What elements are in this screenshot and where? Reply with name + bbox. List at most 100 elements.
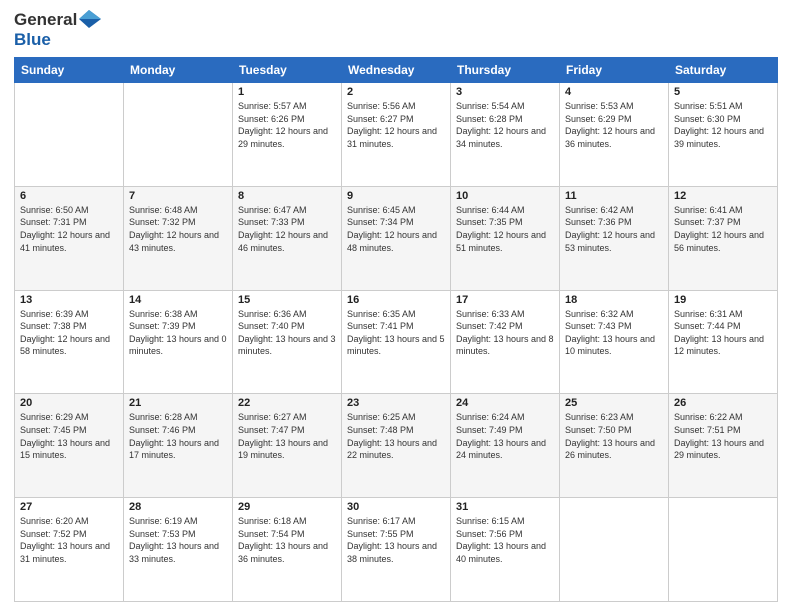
day-number: 5 — [674, 86, 772, 98]
calendar-day-cell — [669, 498, 778, 602]
day-info: Sunrise: 6:28 AMSunset: 7:46 PMDaylight:… — [129, 411, 227, 461]
calendar-day-cell: 23 Sunrise: 6:25 AMSunset: 7:48 PMDaylig… — [342, 394, 451, 498]
calendar-day-cell: 22 Sunrise: 6:27 AMSunset: 7:47 PMDaylig… — [233, 394, 342, 498]
day-info: Sunrise: 5:53 AMSunset: 6:29 PMDaylight:… — [565, 100, 663, 150]
logo-bird-icon — [79, 10, 101, 28]
calendar-day-cell: 28 Sunrise: 6:19 AMSunset: 7:53 PMDaylig… — [124, 498, 233, 602]
day-number: 28 — [129, 501, 227, 513]
day-number: 4 — [565, 86, 663, 98]
calendar-day-cell: 1 Sunrise: 5:57 AMSunset: 6:26 PMDayligh… — [233, 83, 342, 187]
day-info: Sunrise: 6:35 AMSunset: 7:41 PMDaylight:… — [347, 308, 445, 358]
calendar-day-cell: 13 Sunrise: 6:39 AMSunset: 7:38 PMDaylig… — [15, 290, 124, 394]
day-info: Sunrise: 6:20 AMSunset: 7:52 PMDaylight:… — [20, 515, 118, 565]
calendar-week-row: 20 Sunrise: 6:29 AMSunset: 7:45 PMDaylig… — [15, 394, 778, 498]
day-info: Sunrise: 5:54 AMSunset: 6:28 PMDaylight:… — [456, 100, 554, 150]
day-info: Sunrise: 6:39 AMSunset: 7:38 PMDaylight:… — [20, 308, 118, 358]
calendar-day-cell: 21 Sunrise: 6:28 AMSunset: 7:46 PMDaylig… — [124, 394, 233, 498]
header: General Blue — [14, 10, 778, 49]
page: General Blue SundayMondayTuesdayWednesda… — [0, 0, 792, 612]
calendar-week-row: 1 Sunrise: 5:57 AMSunset: 6:26 PMDayligh… — [15, 83, 778, 187]
logo-container: General Blue — [14, 10, 101, 49]
day-number: 29 — [238, 501, 336, 513]
calendar-day-cell — [560, 498, 669, 602]
calendar-day-header: Friday — [560, 58, 669, 83]
day-info: Sunrise: 6:50 AMSunset: 7:31 PMDaylight:… — [20, 204, 118, 254]
calendar-day-cell: 20 Sunrise: 6:29 AMSunset: 7:45 PMDaylig… — [15, 394, 124, 498]
calendar-day-header: Sunday — [15, 58, 124, 83]
day-number: 8 — [238, 190, 336, 202]
day-info: Sunrise: 6:32 AMSunset: 7:43 PMDaylight:… — [565, 308, 663, 358]
day-info: Sunrise: 6:19 AMSunset: 7:53 PMDaylight:… — [129, 515, 227, 565]
day-number: 21 — [129, 397, 227, 409]
calendar-day-cell: 12 Sunrise: 6:41 AMSunset: 7:37 PMDaylig… — [669, 186, 778, 290]
calendar-day-cell: 31 Sunrise: 6:15 AMSunset: 7:56 PMDaylig… — [451, 498, 560, 602]
day-number: 11 — [565, 190, 663, 202]
day-info: Sunrise: 6:38 AMSunset: 7:39 PMDaylight:… — [129, 308, 227, 358]
calendar-day-header: Monday — [124, 58, 233, 83]
day-number: 3 — [456, 86, 554, 98]
day-info: Sunrise: 6:36 AMSunset: 7:40 PMDaylight:… — [238, 308, 336, 358]
calendar-day-cell: 6 Sunrise: 6:50 AMSunset: 7:31 PMDayligh… — [15, 186, 124, 290]
day-info: Sunrise: 6:22 AMSunset: 7:51 PMDaylight:… — [674, 411, 772, 461]
day-info: Sunrise: 6:18 AMSunset: 7:54 PMDaylight:… — [238, 515, 336, 565]
day-info: Sunrise: 5:56 AMSunset: 6:27 PMDaylight:… — [347, 100, 445, 150]
logo-general: General — [14, 10, 77, 30]
calendar-day-cell: 29 Sunrise: 6:18 AMSunset: 7:54 PMDaylig… — [233, 498, 342, 602]
day-number: 27 — [20, 501, 118, 513]
calendar-day-cell: 4 Sunrise: 5:53 AMSunset: 6:29 PMDayligh… — [560, 83, 669, 187]
day-number: 14 — [129, 294, 227, 306]
calendar-day-cell: 14 Sunrise: 6:38 AMSunset: 7:39 PMDaylig… — [124, 290, 233, 394]
day-number: 19 — [674, 294, 772, 306]
day-info: Sunrise: 6:33 AMSunset: 7:42 PMDaylight:… — [456, 308, 554, 358]
calendar-day-cell: 7 Sunrise: 6:48 AMSunset: 7:32 PMDayligh… — [124, 186, 233, 290]
calendar-week-row: 27 Sunrise: 6:20 AMSunset: 7:52 PMDaylig… — [15, 498, 778, 602]
calendar-day-cell: 25 Sunrise: 6:23 AMSunset: 7:50 PMDaylig… — [560, 394, 669, 498]
calendar-day-cell: 8 Sunrise: 6:47 AMSunset: 7:33 PMDayligh… — [233, 186, 342, 290]
calendar-day-header: Saturday — [669, 58, 778, 83]
day-info: Sunrise: 6:47 AMSunset: 7:33 PMDaylight:… — [238, 204, 336, 254]
day-info: Sunrise: 6:31 AMSunset: 7:44 PMDaylight:… — [674, 308, 772, 358]
logo-blue: Blue — [14, 30, 101, 50]
day-info: Sunrise: 6:24 AMSunset: 7:49 PMDaylight:… — [456, 411, 554, 461]
day-number: 6 — [20, 190, 118, 202]
calendar-day-cell — [15, 83, 124, 187]
calendar-day-cell: 30 Sunrise: 6:17 AMSunset: 7:55 PMDaylig… — [342, 498, 451, 602]
logo: General Blue — [14, 10, 101, 49]
day-number: 10 — [456, 190, 554, 202]
calendar-day-header: Thursday — [451, 58, 560, 83]
day-number: 20 — [20, 397, 118, 409]
day-number: 25 — [565, 397, 663, 409]
day-info: Sunrise: 5:51 AMSunset: 6:30 PMDaylight:… — [674, 100, 772, 150]
day-number: 2 — [347, 86, 445, 98]
calendar-day-header: Wednesday — [342, 58, 451, 83]
day-info: Sunrise: 6:25 AMSunset: 7:48 PMDaylight:… — [347, 411, 445, 461]
calendar-day-cell: 2 Sunrise: 5:56 AMSunset: 6:27 PMDayligh… — [342, 83, 451, 187]
day-number: 18 — [565, 294, 663, 306]
day-info: Sunrise: 6:42 AMSunset: 7:36 PMDaylight:… — [565, 204, 663, 254]
calendar-day-cell: 24 Sunrise: 6:24 AMSunset: 7:49 PMDaylig… — [451, 394, 560, 498]
day-number: 26 — [674, 397, 772, 409]
calendar-table: SundayMondayTuesdayWednesdayThursdayFrid… — [14, 57, 778, 602]
day-info: Sunrise: 6:27 AMSunset: 7:47 PMDaylight:… — [238, 411, 336, 461]
day-number: 13 — [20, 294, 118, 306]
day-info: Sunrise: 6:23 AMSunset: 7:50 PMDaylight:… — [565, 411, 663, 461]
calendar-day-cell — [124, 83, 233, 187]
day-number: 9 — [347, 190, 445, 202]
day-number: 23 — [347, 397, 445, 409]
day-info: Sunrise: 6:41 AMSunset: 7:37 PMDaylight:… — [674, 204, 772, 254]
day-number: 12 — [674, 190, 772, 202]
calendar-header-row: SundayMondayTuesdayWednesdayThursdayFrid… — [15, 58, 778, 83]
day-number: 31 — [456, 501, 554, 513]
calendar-day-cell: 17 Sunrise: 6:33 AMSunset: 7:42 PMDaylig… — [451, 290, 560, 394]
calendar-day-cell: 9 Sunrise: 6:45 AMSunset: 7:34 PMDayligh… — [342, 186, 451, 290]
calendar-day-cell: 18 Sunrise: 6:32 AMSunset: 7:43 PMDaylig… — [560, 290, 669, 394]
day-info: Sunrise: 5:57 AMSunset: 6:26 PMDaylight:… — [238, 100, 336, 150]
day-info: Sunrise: 6:29 AMSunset: 7:45 PMDaylight:… — [20, 411, 118, 461]
calendar-day-cell: 19 Sunrise: 6:31 AMSunset: 7:44 PMDaylig… — [669, 290, 778, 394]
calendar-body: 1 Sunrise: 5:57 AMSunset: 6:26 PMDayligh… — [15, 83, 778, 602]
day-number: 1 — [238, 86, 336, 98]
calendar-day-cell: 27 Sunrise: 6:20 AMSunset: 7:52 PMDaylig… — [15, 498, 124, 602]
day-number: 17 — [456, 294, 554, 306]
day-info: Sunrise: 6:44 AMSunset: 7:35 PMDaylight:… — [456, 204, 554, 254]
day-info: Sunrise: 6:45 AMSunset: 7:34 PMDaylight:… — [347, 204, 445, 254]
